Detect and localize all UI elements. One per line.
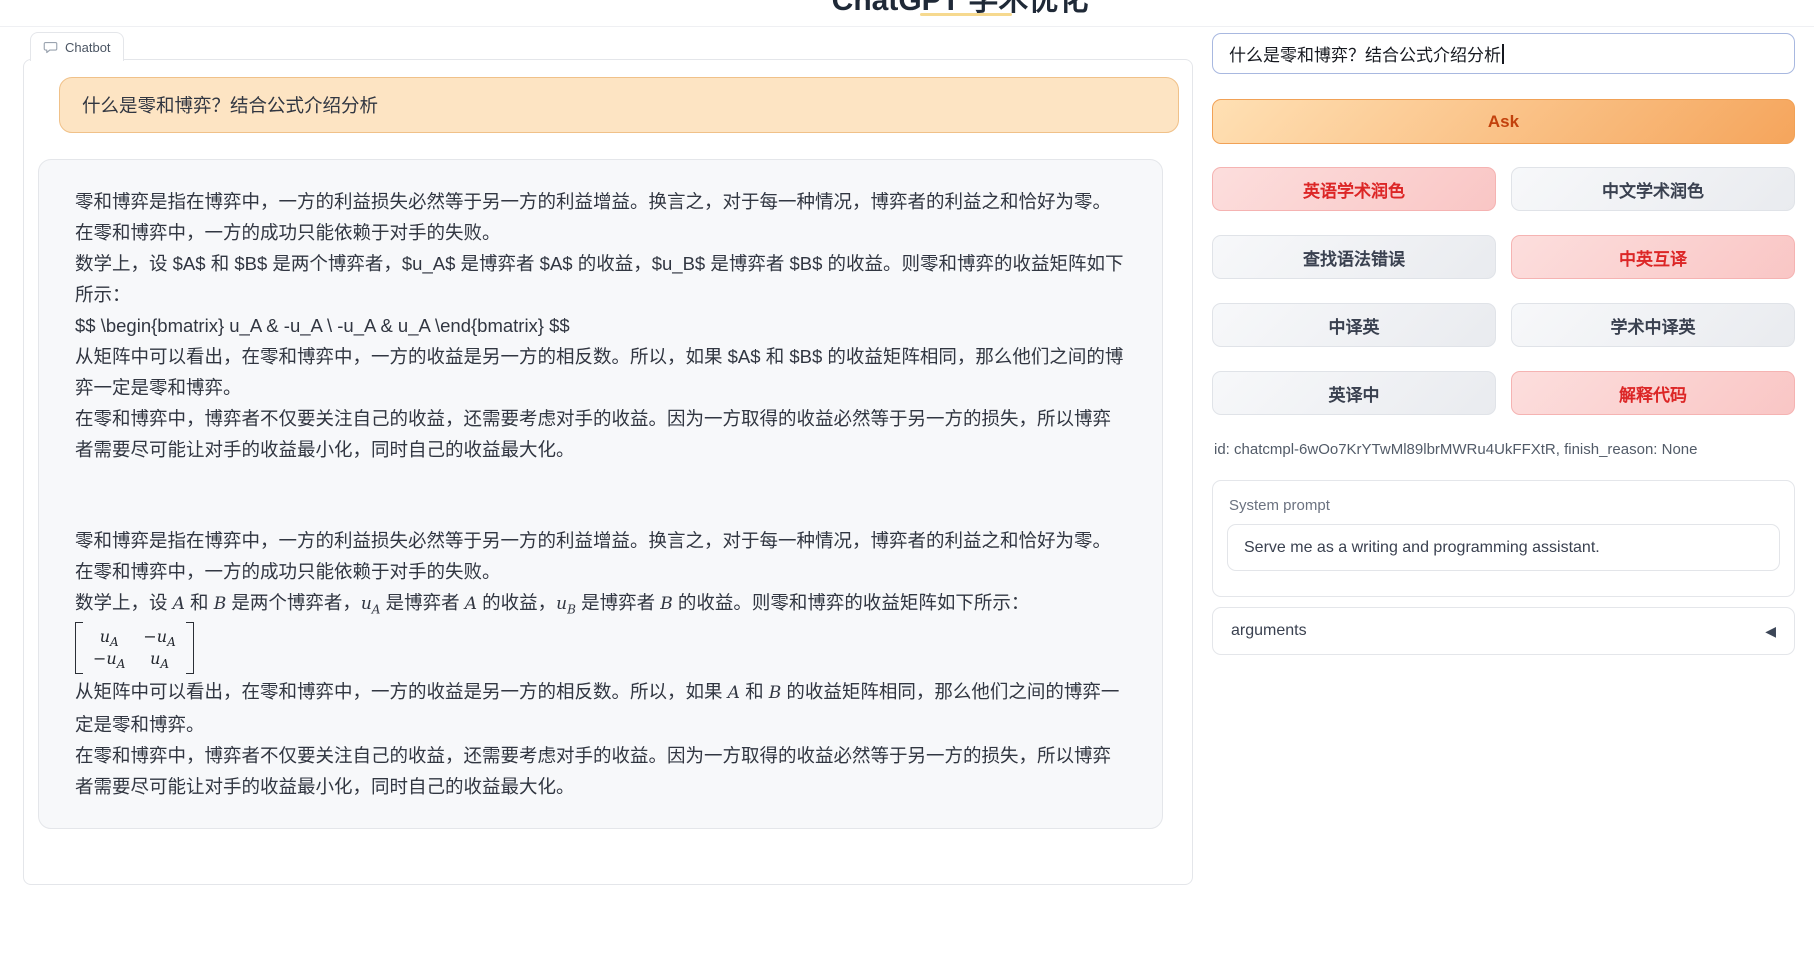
text-segment: 和 — [740, 681, 769, 702]
math-var-base: −u — [143, 627, 167, 646]
bot-message-bubble: 零和博弈是指在博弈中，一方的利益损失必然等于另一方的利益增益。换言之，对于每一种… — [38, 159, 1163, 829]
math-var: B — [660, 594, 673, 614]
math-var: B — [769, 683, 782, 703]
rendered-conclusion-line: 从矩阵中可以看出，在零和博弈中，一方的收益是另一方的相反数。所以，如果 A 和 … — [75, 676, 1126, 740]
math-var-base: u — [556, 594, 567, 614]
rendered-intro: 零和博弈是指在博弈中，一方的利益损失必然等于另一方的利益增益。换言之，对于每一种… — [75, 525, 1126, 587]
header-divider — [0, 26, 1814, 27]
text-segment: 的收益， — [477, 592, 556, 613]
math-var-sub: A — [160, 657, 169, 671]
chatbot-panel: Chatbot 什么是零和博弈？结合公式介绍分析 零和博弈是指在博弈中，一方的利… — [23, 59, 1193, 885]
text-segment: 是两个博弈者， — [226, 592, 361, 613]
user-message-bubble: 什么是零和博弈？结合公式介绍分析 — [59, 77, 1179, 133]
question-input[interactable]: 什么是零和博弈？结合公式介绍分析 — [1212, 33, 1795, 74]
rendered-final-line: 在零和博弈中，博弈者不仅要关注自己的收益，还需要考虑对手的收益。因为一方取得的收… — [75, 740, 1126, 802]
completion-status-line: id: chatcmpl-6wOo7KrYTwMl89lbrMWRu4UkFFX… — [1214, 441, 1698, 458]
quick-button-chinese-to-english[interactable]: 中译英 — [1212, 303, 1496, 347]
math-var: B — [214, 594, 227, 614]
math-var-sub: B — [567, 602, 576, 616]
text-segment: 从矩阵中可以看出，在零和博弈中，一方的收益是另一方的相反数。所以，如果 — [75, 681, 728, 702]
math-var-base: −u — [93, 649, 117, 668]
quick-button-chinese-english-mutual-translate[interactable]: 中英互译 — [1511, 235, 1795, 279]
chatbot-label-text: Chatbot — [65, 40, 111, 55]
quick-button-explain-code[interactable]: 解释代码 — [1511, 371, 1795, 415]
chatbot-label: Chatbot — [30, 32, 124, 61]
arguments-accordion[interactable]: arguments ◀ — [1212, 607, 1795, 655]
system-prompt-box: System prompt Serve me as a writing and … — [1212, 480, 1795, 597]
ask-button[interactable]: Ask — [1212, 99, 1795, 144]
chat-bubble-icon — [43, 40, 58, 55]
math-var-base: u — [100, 627, 110, 646]
collapse-arrow-icon: ◀ — [1765, 623, 1776, 640]
matrix-cell: −uA — [93, 648, 125, 670]
text-segment: 数学上，设 — [75, 592, 173, 613]
user-message-text: 什么是零和博弈？结合公式介绍分析 — [82, 92, 378, 118]
math-var-base: u — [150, 649, 160, 668]
quick-button-find-grammar-errors[interactable]: 查找语法错误 — [1212, 235, 1496, 279]
page-title: ChatGPT 学术优化 — [832, 0, 1089, 19]
math-var-base: u — [361, 594, 372, 614]
math-var: uB — [556, 594, 576, 614]
math-var: uA — [361, 594, 381, 614]
quick-button-chinese-academic-polish[interactable]: 中文学术润色 — [1511, 167, 1795, 211]
system-prompt-value: Serve me as a writing and programming as… — [1244, 539, 1600, 557]
bot-rendered-paragraph: 零和博弈是指在博弈中，一方的利益损失必然等于另一方的利益增益。换言之，对于每一种… — [75, 525, 1126, 802]
title-underline-fragment — [920, 13, 1012, 16]
matrix-cell: −uA — [143, 626, 175, 648]
math-var-sub: A — [117, 657, 126, 671]
rendered-math-intro-line: 数学上，设 A 和 B 是两个博弈者，uA 是博弈者 A 的收益，uB 是博弈者… — [75, 587, 1126, 620]
matrix-cell: uA — [143, 648, 175, 670]
system-prompt-label: System prompt — [1229, 497, 1780, 514]
matrix-left-bracket — [75, 622, 83, 674]
math-var: A — [465, 594, 477, 614]
matrix-cell: uA — [93, 626, 125, 648]
app-root: ChatGPT 学术优化 Chatbot 什么是零和博弈？结合公式介绍分析 零和… — [0, 0, 1814, 961]
math-var: A — [728, 683, 740, 703]
text-caret — [1502, 44, 1504, 64]
math-var: A — [173, 594, 185, 614]
quick-actions-grid: 英语学术润色 中文学术润色 查找语法错误 中英互译 中译英 学术中译英 英译中 … — [1212, 167, 1795, 415]
quick-button-english-to-chinese[interactable]: 英译中 — [1212, 371, 1496, 415]
quick-button-english-academic-polish[interactable]: 英语学术润色 — [1212, 167, 1496, 211]
text-segment: 和 — [185, 592, 214, 613]
accordion-label: arguments — [1231, 622, 1307, 640]
payoff-matrix: uA −uA −uA uA — [75, 622, 194, 674]
system-prompt-input[interactable]: Serve me as a writing and programming as… — [1227, 524, 1780, 571]
question-input-value: 什么是零和博弈？结合公式介绍分析 — [1229, 41, 1501, 66]
matrix-right-bracket — [186, 622, 194, 674]
matrix-cells: uA −uA −uA uA — [86, 622, 183, 674]
bot-raw-paragraph: 零和博弈是指在博弈中，一方的利益损失必然等于另一方的利益增益。换言之，对于每一种… — [75, 186, 1126, 465]
text-segment: 是博弈者 — [380, 592, 464, 613]
quick-button-academic-chinese-to-english[interactable]: 学术中译英 — [1511, 303, 1795, 347]
text-segment: 是博弈者 — [576, 592, 660, 613]
text-segment: 的收益。则零和博弈的收益矩阵如下所示： — [673, 592, 1030, 613]
